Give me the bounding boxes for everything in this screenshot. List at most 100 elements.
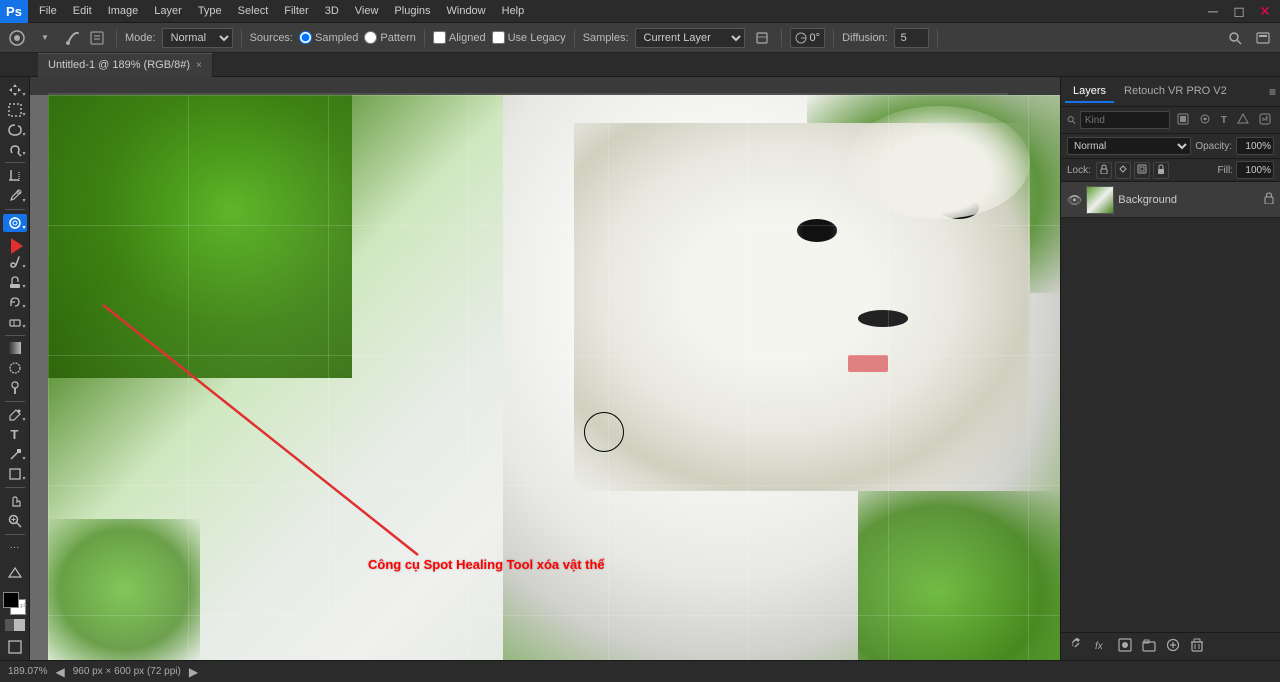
zoom-tool-button[interactable] (3, 512, 27, 530)
foreground-color-swatch[interactable] (3, 592, 19, 608)
delete-layer-button[interactable] (1187, 637, 1207, 656)
opacity-input[interactable] (1236, 137, 1274, 155)
menu-window[interactable]: Window (440, 3, 493, 19)
layer-item[interactable]: 👁 Background (1061, 182, 1280, 218)
filter-smart-button[interactable] (1256, 112, 1274, 129)
quick-select-button[interactable]: ▾ (3, 141, 27, 159)
left-toolbar: ▾ ▾ ▾ ▾ ▾ ▾ (0, 77, 30, 660)
status-bar: 189.07% ◀ 960 px × 600 px (72 ppi) ▶ (0, 660, 1280, 682)
pattern-radio[interactable]: Pattern (364, 31, 415, 44)
layer-visibility-icon[interactable]: 👁 (1067, 193, 1082, 207)
layers-tab[interactable]: Layers (1065, 81, 1114, 103)
lock-position-button[interactable] (1115, 162, 1131, 179)
menu-edit[interactable]: Edit (66, 3, 99, 19)
lock-artboards-button[interactable] (1134, 162, 1150, 179)
document-tab[interactable]: Untitled-1 @ 189% (RGB/8#) × (38, 53, 213, 77)
foreground-background-colors[interactable]: ⇄ (3, 592, 27, 610)
aligned-checkbox[interactable]: Aligned (433, 31, 486, 44)
search-icon (1067, 114, 1076, 126)
close-tab-button[interactable]: × (196, 60, 202, 71)
lock-all-button[interactable] (1153, 162, 1169, 179)
pen-tool-button[interactable]: ▾ (3, 406, 27, 424)
clone-stamp-button[interactable]: ▾ (3, 273, 27, 291)
toggle-brush-panel[interactable] (86, 27, 108, 49)
new-adjustment-button[interactable] (1163, 637, 1183, 656)
status-next-button[interactable]: ▶ (189, 665, 198, 679)
tool-preset-arrow[interactable]: ▼ (34, 27, 56, 49)
screen-mode-button[interactable] (3, 638, 27, 656)
menu-image[interactable]: Image (101, 3, 146, 19)
filter-type-button[interactable]: T (1218, 114, 1230, 127)
menu-layer[interactable]: Layer (147, 3, 189, 19)
menu-view[interactable]: View (348, 3, 386, 19)
filter-shape-button[interactable] (1234, 112, 1252, 129)
app-logo: Ps (0, 0, 28, 23)
brush-options-icon[interactable] (62, 27, 84, 49)
tool-preset-icon[interactable] (6, 27, 28, 49)
panel-tabs: Layers Retouch VR PRO V2 ≡ (1061, 77, 1280, 107)
lasso-tool-button[interactable]: ▾ (3, 121, 27, 139)
gradient-tool-button[interactable] (3, 340, 27, 358)
select-tool-button[interactable]: ▾ (3, 101, 27, 119)
path-select-button[interactable]: ▾ (3, 446, 27, 464)
quick-mask-button[interactable] (3, 616, 27, 634)
filter-adjustment-button[interactable] (1196, 112, 1214, 129)
tab-bar: Untitled-1 @ 189% (RGB/8#) × (0, 53, 1280, 77)
dodge-tool-button[interactable] (3, 379, 27, 397)
menu-filter[interactable]: Filter (277, 3, 315, 19)
dog-mouth (848, 355, 888, 372)
brush-tool-button[interactable]: ▾ (3, 253, 27, 271)
healing-brush-button[interactable]: ▾ (3, 214, 27, 232)
lock-fill-row: Lock: Fill: (1061, 159, 1280, 182)
panel-footer: fx (1061, 632, 1280, 660)
shape-tool-button[interactable]: ▾ (3, 465, 27, 483)
eyedropper-tool-button[interactable]: ▾ (3, 187, 27, 205)
workspace-icon[interactable] (1252, 27, 1274, 49)
mode-select[interactable]: NormalReplace (162, 28, 233, 48)
blend-mode-select[interactable]: NormalMultiplyScreen (1067, 137, 1191, 155)
dog-eye-left (797, 219, 837, 242)
menu-3d[interactable]: 3D (318, 3, 346, 19)
menu-file[interactable]: File (32, 3, 64, 19)
minimize-button[interactable]: ─ (1202, 0, 1224, 22)
link-layers-button[interactable] (1067, 637, 1087, 656)
sample-all-layers-toggle[interactable] (751, 27, 773, 49)
retouch-tab[interactable]: Retouch VR PRO V2 (1116, 81, 1235, 103)
type-tool-button[interactable]: T (3, 426, 27, 444)
restore-button[interactable]: ◻ (1228, 0, 1250, 22)
samples-select[interactable]: Current LayerAll Layers (635, 28, 745, 48)
panel-arrange-icon[interactable]: ≡ (1269, 85, 1276, 99)
use-legacy-checkbox[interactable]: Use Legacy (492, 31, 566, 44)
history-brush-button[interactable]: ▾ (3, 293, 27, 311)
green-left-top (48, 95, 352, 378)
sampled-radio[interactable]: Sampled (299, 31, 358, 44)
lock-pixels-button[interactable] (1096, 162, 1112, 179)
blur-tool-button[interactable] (3, 359, 27, 377)
transform-buttons (3, 562, 27, 586)
add-mask-button[interactable] (1115, 637, 1135, 656)
layer-thumbnail (1086, 186, 1114, 214)
menu-type[interactable]: Type (191, 3, 229, 19)
sources-label: Sources: (250, 32, 293, 44)
layers-search-input[interactable] (1080, 111, 1170, 129)
transform-tool-button[interactable] (3, 562, 27, 586)
status-prev-button[interactable]: ◀ (55, 665, 64, 679)
menu-bar: Ps File Edit Image Layer Type Select Fil… (0, 0, 1280, 23)
canvas-area[interactable]: // Not valid in SVG, ticks will be done … (30, 77, 1060, 660)
filter-pixel-button[interactable] (1174, 112, 1192, 129)
crop-tool-button[interactable] (3, 167, 27, 185)
menu-plugins[interactable]: Plugins (387, 3, 437, 19)
search-icon[interactable] (1224, 27, 1246, 49)
menu-help[interactable]: Help (495, 3, 532, 19)
diffusion-input[interactable] (894, 28, 929, 48)
add-fx-button[interactable]: fx (1091, 637, 1111, 656)
canvas-viewport[interactable]: Công cụ Spot Healing Tool xóa vật thể (48, 95, 1060, 660)
new-group-button[interactable] (1139, 637, 1159, 656)
eraser-tool-button[interactable]: ▾ (3, 313, 27, 331)
menu-select[interactable]: Select (231, 3, 276, 19)
hand-tool-button[interactable] (3, 492, 27, 510)
fill-input[interactable] (1236, 161, 1274, 179)
move-tool-button[interactable]: ▾ (3, 81, 27, 99)
close-button[interactable]: ✕ (1254, 0, 1276, 22)
more-tools-button[interactable]: ··· (3, 539, 27, 557)
